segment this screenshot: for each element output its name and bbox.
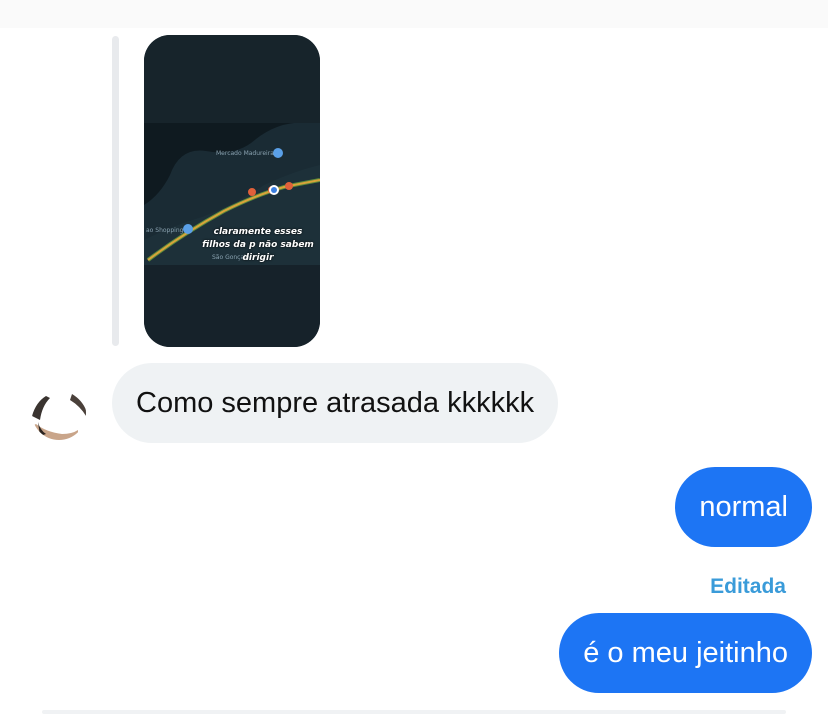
video-caption: claramente esses filhos da p não sabem d…: [202, 227, 314, 263]
outgoing-message-bubble[interactable]: é o meu jeitinho: [559, 613, 812, 693]
map-screenshot: Mercado Madureira ao Shopping São Gonçal…: [144, 35, 320, 347]
edited-label[interactable]: Editada: [710, 575, 786, 599]
contact-avatar[interactable]: [32, 386, 86, 440]
outgoing-message-bubble[interactable]: normal: [675, 467, 812, 547]
reply-indicator-bar: [112, 36, 119, 346]
shared-video-thumbnail[interactable]: Mercado Madureira ao Shopping São Gonçal…: [144, 35, 320, 347]
map-place-label: Mercado Madureira: [216, 150, 274, 157]
composer-top-edge: [42, 710, 786, 714]
map-place-label: ao Shopping: [146, 227, 184, 234]
incoming-message-bubble[interactable]: Como sempre atrasada kkkkkk: [112, 363, 559, 443]
avatar-photo: [32, 386, 86, 440]
top-edge: [0, 0, 828, 28]
